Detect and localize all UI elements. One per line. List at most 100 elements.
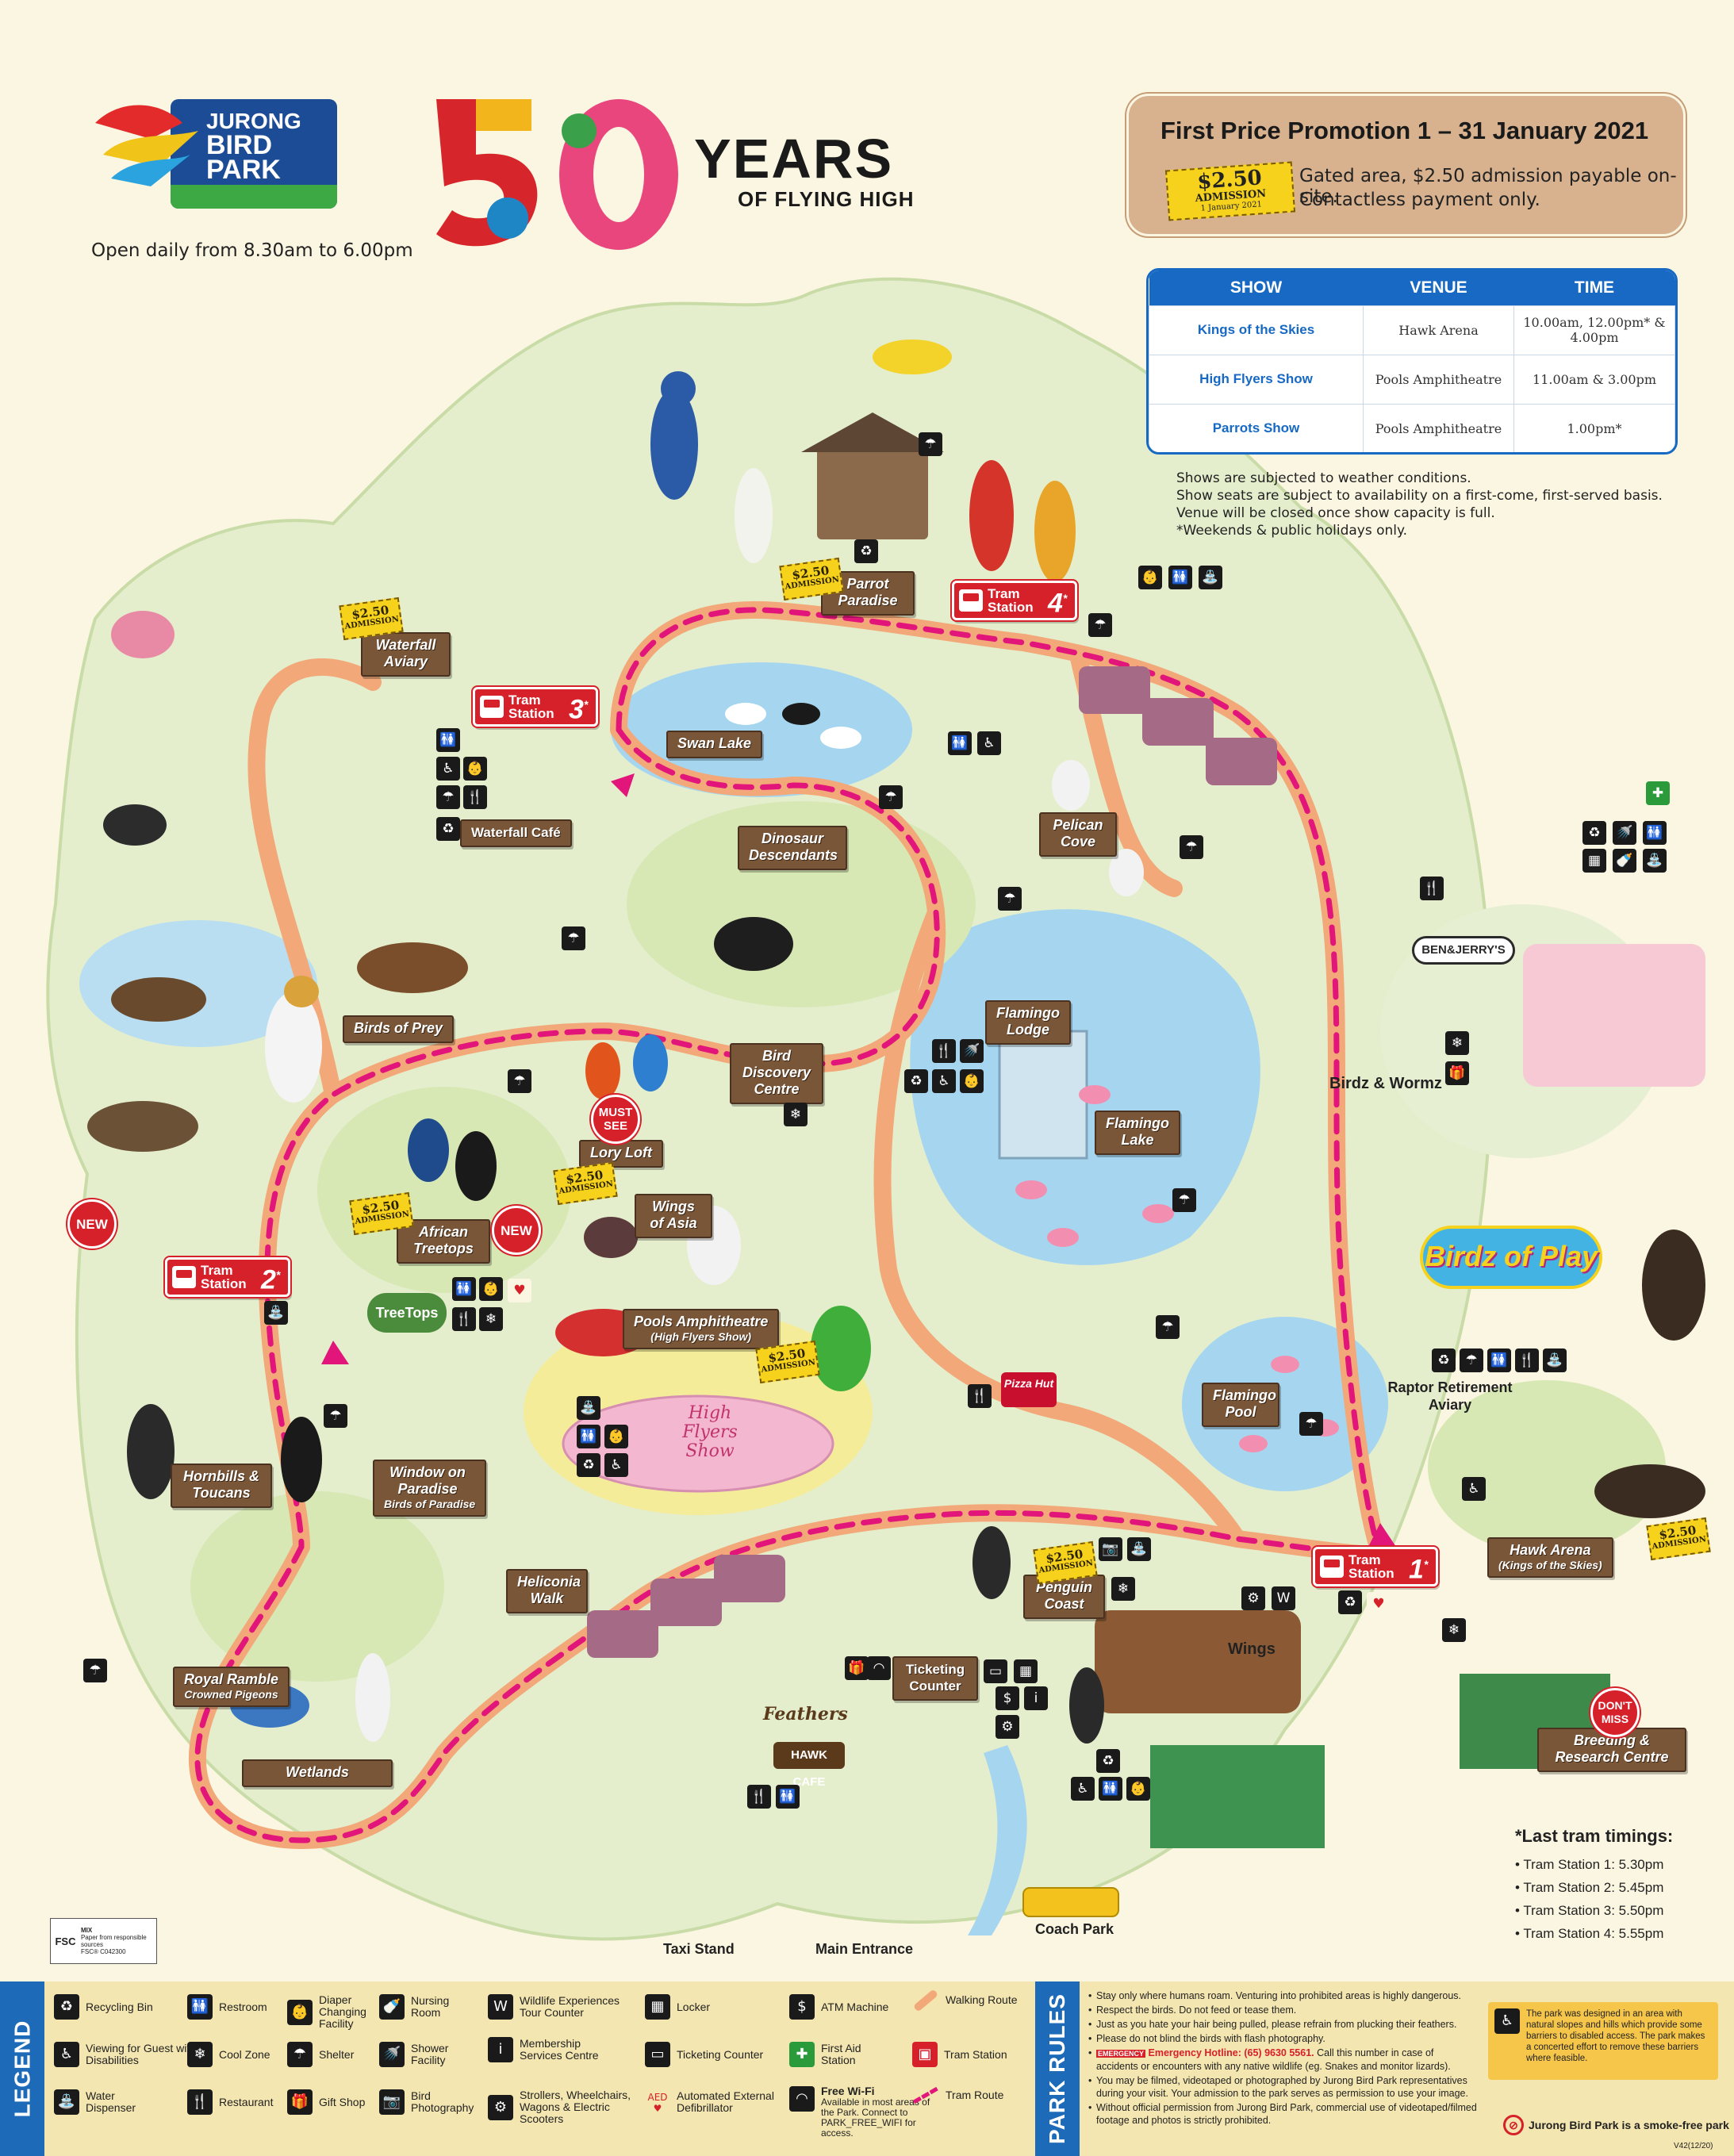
umbrella-icon: ☂ xyxy=(1156,1315,1180,1339)
opening-hours: Open daily from 8.30am to 6.00pm xyxy=(91,240,413,261)
legend-item: ▦ Locker xyxy=(645,1994,772,2020)
recycle-icon: ♻ xyxy=(436,817,460,841)
sign-dinosaur-descendants[interactable]: Dinosaur Descendants xyxy=(738,826,847,870)
sign-flamingo-lodge[interactable]: Flamingo Lodge xyxy=(985,1000,1071,1045)
show-schedule-table: SHOW VENUE TIME Kings of the Skies Hawk … xyxy=(1146,268,1678,455)
restaurant-icon: 🍴 xyxy=(452,1307,476,1331)
camera-icon: 📷 xyxy=(379,2089,405,2115)
tram-station-2[interactable]: Tram Station 2* xyxy=(165,1257,291,1298)
gift-icon: 🎁 xyxy=(287,2089,313,2115)
ticket-icon: ▭ xyxy=(984,1659,1007,1683)
sign-royal-ramble[interactable]: Royal Ramble Crowned Pigeons xyxy=(173,1667,290,1707)
table-row: Parrots Show Pools Amphitheatre 1.00pm* xyxy=(1149,403,1675,452)
restaurant-icon: 🍴 xyxy=(463,785,487,809)
legend-item: 🎁 Gift Shop xyxy=(287,2089,390,2115)
ben-jerrys-logo: BEN&JERRY'S xyxy=(1412,936,1515,965)
restaurant-icon: 🍴 xyxy=(1515,1348,1539,1372)
label-raptor-retirement-aviary[interactable]: Raptor Retirement Aviary xyxy=(1371,1379,1529,1414)
sign-waterfall-aviary[interactable]: Waterfall Aviary xyxy=(361,632,451,677)
sign-pools-amphitheatre[interactable]: Pools Amphitheatre (High Flyers Show) xyxy=(623,1309,780,1349)
sign-lory-loft[interactable]: Lory Loft xyxy=(579,1140,663,1168)
recycle-icon: ♻ xyxy=(904,1069,928,1093)
tram-station-4[interactable]: Tram Station 4* xyxy=(952,581,1078,621)
tram-station-3[interactable]: Tram Station 3* xyxy=(473,687,599,727)
park-rules-title: PARK RULES xyxy=(1035,1981,1080,2156)
show-venue: Pools Amphitheatre xyxy=(1363,354,1514,405)
penguin-coast-ship xyxy=(1095,1610,1301,1713)
sign-flamingo-pool[interactable]: Flamingo Pool xyxy=(1202,1383,1279,1427)
dont-miss-badge: DON'T MISS xyxy=(1590,1688,1640,1737)
sign-wetlands[interactable]: Wetlands xyxy=(242,1759,393,1787)
coach-bus xyxy=(1022,1887,1119,1917)
camera-icon: 📷 xyxy=(1099,1537,1122,1561)
bird-logo-icon xyxy=(87,91,206,186)
recycle-icon: ♻ xyxy=(577,1453,600,1477)
sign-hornbills-toucans[interactable]: Hornbills & Toucans xyxy=(171,1464,272,1508)
sign-birds-of-prey[interactable]: Birds of Prey xyxy=(343,1015,455,1043)
legend-item: 🍴 Restaurant xyxy=(187,2089,290,2115)
legend-item: Walking Route xyxy=(912,1988,1023,2012)
last-tram-item: • Tram Station 1: 5.30pm xyxy=(1515,1857,1664,1872)
show-note: Venue will be closed once show capacity … xyxy=(1176,505,1495,521)
stroller-icon: ⚙ xyxy=(1241,1586,1265,1610)
label-wings[interactable]: Wings xyxy=(1228,1640,1276,1659)
snowflake-icon: ❄ xyxy=(1111,1577,1135,1601)
sign-window-on-paradise[interactable]: Window on Paradise Birds of Paradise xyxy=(373,1460,487,1517)
label-taxi-stand[interactable]: Taxi Stand xyxy=(663,1941,735,1958)
sign-swan-lake[interactable]: Swan Lake xyxy=(666,731,763,758)
restroom-icon: 🚻 xyxy=(1168,566,1192,589)
show-name: High Flyers Show xyxy=(1149,354,1364,405)
sign-pelican-cove[interactable]: Pelican Cove xyxy=(1039,812,1117,857)
locker-icon: ▦ xyxy=(1014,1659,1038,1683)
legend-item: W Wildlife Experiences Tour Counter xyxy=(488,1994,646,2020)
restroom-icon: 🚻 xyxy=(452,1277,476,1301)
sign-wings-of-asia[interactable]: Wings of Asia xyxy=(635,1194,712,1238)
label-coach-park[interactable]: Coach Park xyxy=(1035,1921,1114,1938)
label-birdz-wormz[interactable]: Birdz & Wormz xyxy=(1329,1075,1442,1093)
sign-ticketing-counter[interactable]: Ticketing Counter xyxy=(892,1656,978,1701)
birdz-of-play-logo[interactable]: Birdz of Play xyxy=(1420,1226,1602,1289)
sign-bird-discovery-centre[interactable]: Bird Discovery Centre xyxy=(730,1043,823,1104)
first-aid-icon: ✚ xyxy=(1646,781,1670,805)
legend-item: i Membership Services Centre xyxy=(488,2037,646,2062)
legend-item: ▭ Ticketing Counter xyxy=(645,2042,788,2067)
last-tram-item: • Tram Station 3: 5.50pm xyxy=(1515,1903,1664,1918)
info-icon: i xyxy=(1024,1686,1048,1710)
atm-icon: $ xyxy=(996,1686,1019,1710)
parrot-paradise-building xyxy=(817,444,928,539)
umbrella-icon: ☂ xyxy=(998,887,1022,911)
label-main-entrance[interactable]: Main Entrance xyxy=(815,1941,913,1958)
promotion-title: First Price Promotion 1 – 31 January 202… xyxy=(1160,117,1649,144)
legend-bar: LEGEND ♻ Recycling Bin ♿ Viewing for Guest… xyxy=(0,1981,1734,2156)
accessible-icon: ♿ xyxy=(436,757,460,781)
tram-station-1[interactable]: Tram Station 1* xyxy=(1313,1547,1439,1587)
water-icon: ⛲ xyxy=(1643,849,1667,873)
water-icon: ⛲ xyxy=(264,1301,288,1325)
umbrella-icon: ☂ xyxy=(1180,835,1203,859)
legend-item: ◠ Free Wi-Fi Available in most areas of t… xyxy=(789,2085,932,2139)
wildlife-icon: W xyxy=(488,1994,513,2020)
recycle-icon: ♻ xyxy=(1432,1348,1456,1372)
snowflake-icon: ❄ xyxy=(479,1307,503,1331)
restroom-icon: 🚻 xyxy=(1487,1348,1511,1372)
umbrella-icon: ☂ xyxy=(562,926,585,950)
restroom-icon: 🚻 xyxy=(577,1425,600,1448)
umbrella-icon: ☂ xyxy=(508,1069,531,1093)
sign-heliconia-walk[interactable]: Heliconia Walk xyxy=(506,1569,588,1613)
recycle-icon: ♻ xyxy=(1096,1749,1120,1773)
stroller-icon: ⚙ xyxy=(996,1715,1019,1739)
sign-penguin-coast[interactable]: Penguin Coast xyxy=(1023,1575,1105,1619)
sign-waterfall-cafe[interactable]: Waterfall Café xyxy=(460,819,572,847)
swan-lake-water xyxy=(611,662,912,797)
sign-flamingo-lake[interactable]: Flamingo Lake xyxy=(1095,1111,1180,1155)
info-icon: i xyxy=(488,2037,513,2062)
umbrella-icon: ☂ xyxy=(1299,1412,1323,1436)
sign-hawk-arena[interactable]: Hawk Arena (Kings of the Skies) xyxy=(1487,1537,1613,1578)
last-tram-timings: *Last tram timings: • Tram Station 1: 5.… xyxy=(1515,1826,1721,1945)
recycle-icon: ♻ xyxy=(54,1994,79,2020)
snowflake-icon: ❄ xyxy=(187,2042,213,2067)
table-header: TIME xyxy=(1513,270,1675,305)
show-note: *Weekends & public holidays only. xyxy=(1176,523,1408,539)
restaurant-icon: 🍴 xyxy=(968,1384,992,1408)
baby-icon: 👶 xyxy=(479,1277,503,1301)
